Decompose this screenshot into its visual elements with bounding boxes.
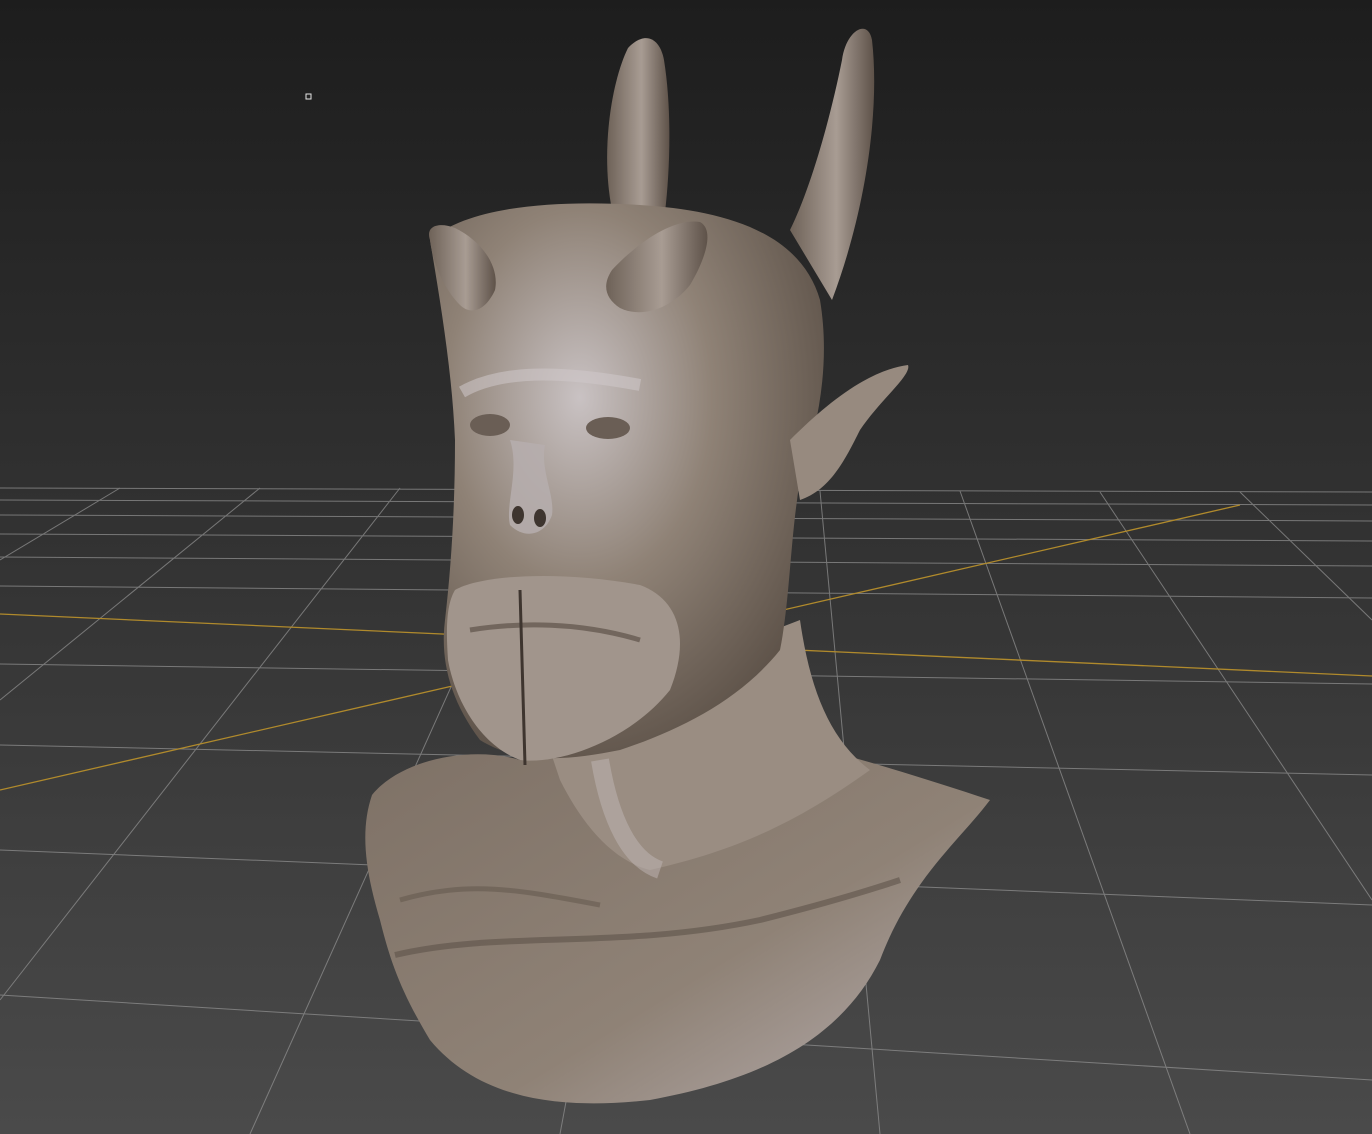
3d-viewport[interactable] bbox=[0, 0, 1372, 1134]
viewport-canvas[interactable] bbox=[0, 0, 1372, 1134]
left-eye bbox=[470, 414, 510, 436]
right-eye bbox=[586, 417, 630, 439]
